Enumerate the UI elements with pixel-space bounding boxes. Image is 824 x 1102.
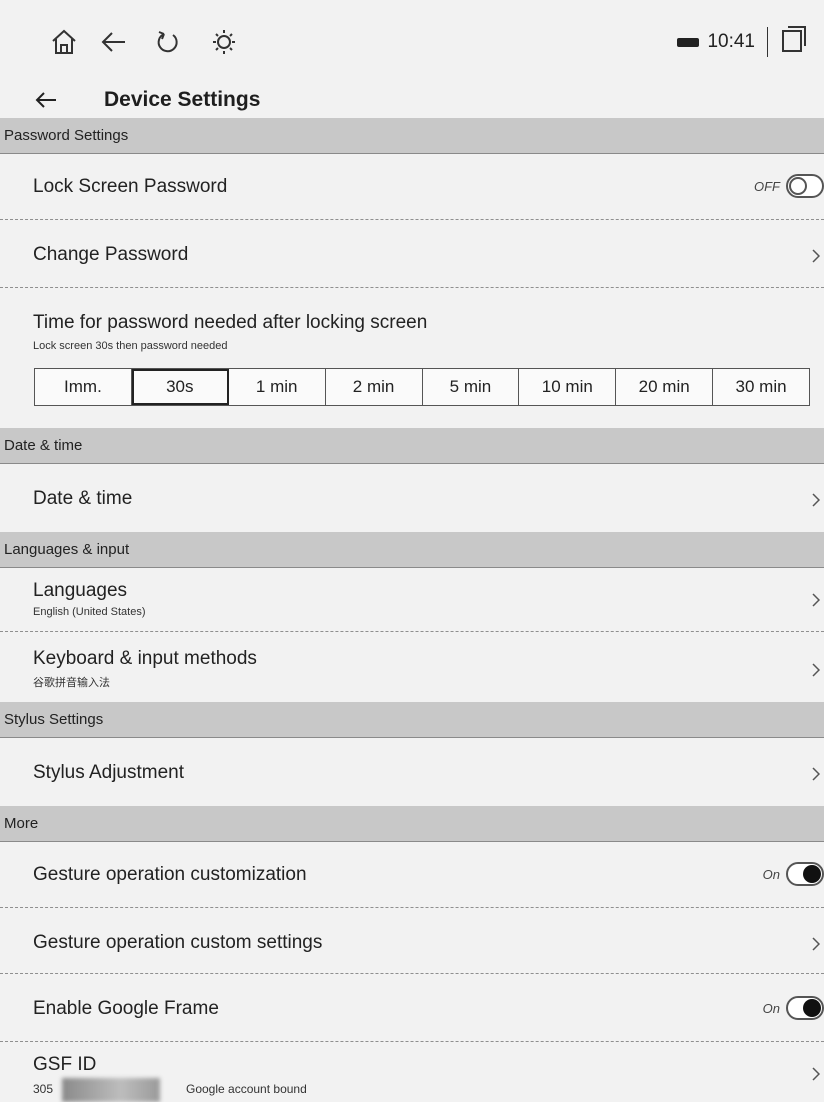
toggle-state-label: OFF <box>754 178 780 194</box>
lock-screen-toggle[interactable]: OFF <box>754 174 824 198</box>
languages-row[interactable]: Languages English (United States) <box>0 568 824 632</box>
chevron-right-icon <box>810 934 822 954</box>
row-label: Date & time <box>33 488 133 509</box>
gesture-customization-toggle[interactable]: On <box>763 862 824 886</box>
option-2-min[interactable]: 2 min <box>326 369 423 405</box>
section-header-languages: Languages & input <box>0 532 824 568</box>
gsf-id-status: Google account bound <box>186 1082 307 1096</box>
back-arrow-icon[interactable] <box>94 22 134 62</box>
google-frame-toggle[interactable]: On <box>763 996 824 1020</box>
row-label: GSF ID <box>33 1054 97 1075</box>
redacted-id-blur <box>62 1078 160 1102</box>
lightbulb-icon[interactable] <box>204 22 244 62</box>
row-label: Change Password <box>33 244 189 265</box>
row-label: Time for password needed after locking s… <box>33 312 428 333</box>
toggle-switch[interactable] <box>786 174 824 198</box>
lock-screen-password-row[interactable]: Lock Screen Password OFF <box>0 154 824 220</box>
row-label: Gesture operation customization <box>33 864 307 885</box>
change-password-row[interactable]: Change Password <box>0 220 824 288</box>
option-5-min[interactable]: 5 min <box>423 369 520 405</box>
back-arrow-icon <box>35 92 56 108</box>
refresh-icon[interactable] <box>148 22 188 62</box>
section-header-date-time: Date & time <box>0 428 824 464</box>
gsf-id-value: 305 <box>33 1082 54 1096</box>
row-label: Keyboard & input methods <box>33 648 257 669</box>
row-subtext: English (United States) <box>33 606 146 618</box>
clock-time: 10:41 <box>707 31 755 52</box>
chevron-right-icon <box>810 660 822 680</box>
status-right: 10:41 <box>677 24 808 60</box>
status-divider <box>767 27 768 57</box>
section-header-password: Password Settings <box>0 118 824 154</box>
section-header-more: More <box>0 806 824 842</box>
page-title: Device Settings <box>104 88 261 111</box>
chevron-right-icon <box>810 246 822 266</box>
keyboard-input-row[interactable]: Keyboard & input methods 谷歌拼音输入法 <box>0 632 824 702</box>
date-time-row[interactable]: Date & time <box>0 464 824 532</box>
gesture-customization-row[interactable]: Gesture operation customization On <box>0 842 824 908</box>
window-icon[interactable] <box>780 24 808 60</box>
row-label: Lock Screen Password <box>33 176 228 197</box>
chevron-right-icon <box>810 590 822 610</box>
back-button[interactable] <box>28 84 64 116</box>
chevron-right-icon <box>810 490 822 510</box>
toggle-switch[interactable] <box>786 996 824 1020</box>
lock-time-selector: Imm. 30s 1 min 2 min 5 min 10 min 20 min… <box>34 368 810 406</box>
toggle-switch[interactable] <box>786 862 824 886</box>
gesture-custom-settings-row[interactable]: Gesture operation custom settings <box>0 908 824 974</box>
row-subtext: 谷歌拼音输入法 <box>33 677 110 689</box>
title-bar: Device Settings <box>0 82 824 118</box>
battery-icon <box>677 37 700 47</box>
option-30s[interactable]: 30s <box>131 369 229 405</box>
toggle-knob <box>803 999 821 1017</box>
toggle-knob <box>803 865 821 883</box>
chevron-right-icon <box>810 1064 822 1084</box>
row-label: Gesture operation custom settings <box>33 932 323 953</box>
option-1-min[interactable]: 1 min <box>229 369 326 405</box>
home-icon[interactable] <box>44 22 84 62</box>
option-immediate[interactable]: Imm. <box>35 369 132 405</box>
row-label: Enable Google Frame <box>33 998 219 1019</box>
lock-time-row: Time for password needed after locking s… <box>0 288 824 428</box>
google-frame-row[interactable]: Enable Google Frame On <box>0 974 824 1042</box>
option-20-min[interactable]: 20 min <box>616 369 714 405</box>
row-label: Languages <box>33 580 128 601</box>
status-bar: 10:41 <box>0 0 824 80</box>
row-subtext: Lock screen 30s then password needed <box>33 340 228 352</box>
option-10-min[interactable]: 10 min <box>519 369 617 405</box>
toggle-state-label: On <box>762 866 780 882</box>
stylus-adjustment-row[interactable]: Stylus Adjustment <box>0 738 824 806</box>
toggle-knob <box>789 177 807 195</box>
option-30-min[interactable]: 30 min <box>713 369 809 405</box>
section-header-stylus: Stylus Settings <box>0 702 824 738</box>
chevron-right-icon <box>810 764 822 784</box>
row-label: Stylus Adjustment <box>33 762 185 783</box>
toggle-state-label: On <box>762 1000 780 1016</box>
